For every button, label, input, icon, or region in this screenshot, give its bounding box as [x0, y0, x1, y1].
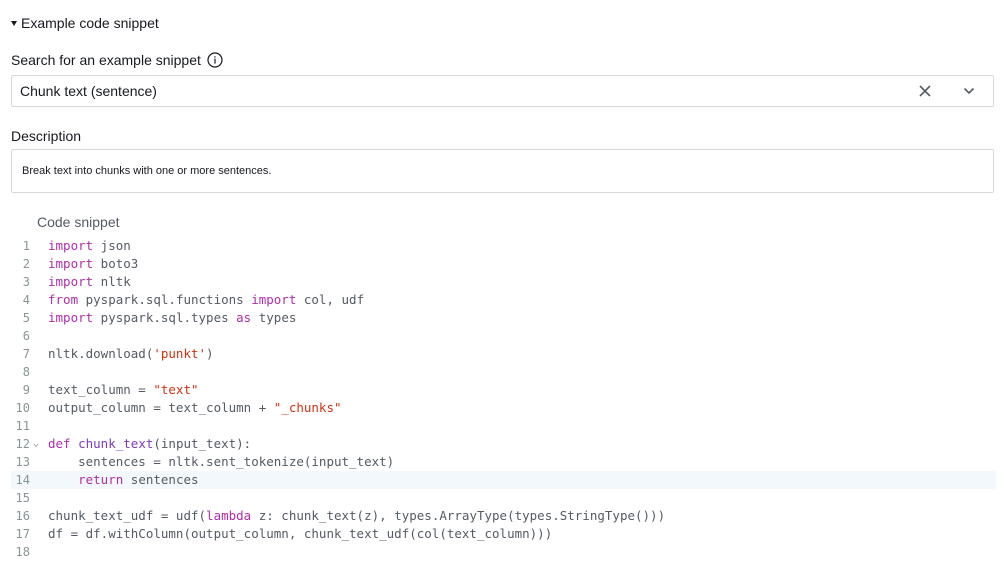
- description-text: Break text into chunks with one or more …: [22, 165, 272, 177]
- line-number: 17: [15, 527, 30, 541]
- code-line[interactable]: 17 df = df.withColumn(output_column, chun…: [11, 525, 996, 543]
- line-number: 7: [22, 347, 30, 361]
- line-number: 4: [22, 293, 30, 307]
- line-number: 16: [15, 509, 30, 523]
- code-text: df = df.withColumn(output_column, chunk_…: [48, 526, 553, 541]
- line-number: 18: [15, 545, 30, 559]
- line-number: 5: [22, 311, 30, 325]
- fold-chevron-icon[interactable]: ⌄: [33, 435, 39, 453]
- example-snippet-expander[interactable]: Example code snippet: [11, 14, 159, 32]
- info-icon[interactable]: [207, 52, 223, 68]
- code-text: from pyspark.sql.functions import col, u…: [48, 292, 365, 307]
- code-line[interactable]: 4 from pyspark.sql.functions import col, …: [11, 291, 996, 309]
- chevron-down-icon[interactable]: [961, 83, 977, 99]
- code-text: import pyspark.sql.types as types: [48, 310, 297, 325]
- code-text: chunk_text_udf = udf(lambda z: chunk_tex…: [48, 508, 666, 523]
- code-line[interactable]: 2 import boto3: [11, 255, 996, 273]
- line-number: 6: [22, 329, 30, 343]
- code-text: import json: [48, 238, 131, 253]
- code-text: sentences = nltk.sent_tokenize(input_tex…: [48, 454, 395, 469]
- line-number: 9: [22, 383, 30, 397]
- description-box: Break text into chunks with one or more …: [11, 149, 994, 193]
- line-number: 10: [15, 401, 30, 415]
- line-number: 3: [22, 275, 30, 289]
- code-line[interactable]: 1 import json: [11, 237, 996, 255]
- code-text: import nltk: [48, 274, 131, 289]
- code-line[interactable]: 10 output_column = text_column + "_chunks…: [11, 399, 996, 417]
- code-line[interactable]: 5 import pyspark.sql.types as types: [11, 309, 996, 327]
- code-text: return sentences: [78, 472, 199, 487]
- code-text: def chunk_text(input_text):: [48, 436, 252, 451]
- code-line[interactable]: 9 text_column = "text": [11, 381, 996, 399]
- code-line[interactable]: 6: [11, 327, 996, 345]
- line-number: 8: [22, 365, 30, 379]
- code-snippet-label: Code snippet: [37, 214, 120, 230]
- line-number: 15: [15, 491, 30, 505]
- code-editor[interactable]: 1 import json 2 import boto3 3 import nltk 4 fr…: [11, 237, 996, 577]
- code-line[interactable]: 18: [11, 543, 996, 561]
- code-line[interactable]: 12 ⌄ def chunk_text(input_text):: [11, 435, 996, 453]
- line-number: 11: [15, 419, 30, 433]
- code-line[interactable]: 11: [11, 417, 996, 435]
- snippet-select-value: Chunk text (sentence): [20, 83, 157, 99]
- line-number: 1: [22, 239, 30, 253]
- code-line[interactable]: 8: [11, 363, 996, 381]
- code-text: output_column = text_column + "_chunks": [48, 400, 342, 415]
- code-text: text_column = "text": [48, 382, 199, 397]
- line-number: 2: [22, 257, 30, 271]
- code-line[interactable]: 7 nltk.download('punkt'): [11, 345, 996, 363]
- code-line[interactable]: 15: [11, 489, 996, 507]
- code-line[interactable]: 16 chunk_text_udf = udf(lambda z: chunk_t…: [11, 507, 996, 525]
- line-number: 13: [15, 455, 30, 469]
- line-number: 14: [15, 473, 30, 487]
- caret-down-icon: [11, 20, 17, 26]
- expander-label: Example code snippet: [21, 15, 159, 31]
- description-label: Description: [11, 128, 82, 144]
- search-label-row: Search for an example snippet: [11, 52, 223, 68]
- code-text: nltk.download('punkt'): [48, 346, 214, 361]
- code-line[interactable]: 3 import nltk: [11, 273, 996, 291]
- code-line[interactable]: 13 sentences = nltk.sent_tokenize(input_…: [11, 453, 996, 471]
- snippet-panel: Example code snippet Search for an examp…: [0, 0, 1008, 577]
- line-number: 12: [15, 437, 30, 451]
- snippet-select[interactable]: Chunk text (sentence): [11, 75, 994, 107]
- code-line[interactable]: 14 return sentences: [11, 471, 996, 489]
- clear-icon[interactable]: [915, 81, 935, 101]
- search-label: Search for an example snippet: [11, 52, 201, 68]
- code-text: import boto3: [48, 256, 139, 271]
